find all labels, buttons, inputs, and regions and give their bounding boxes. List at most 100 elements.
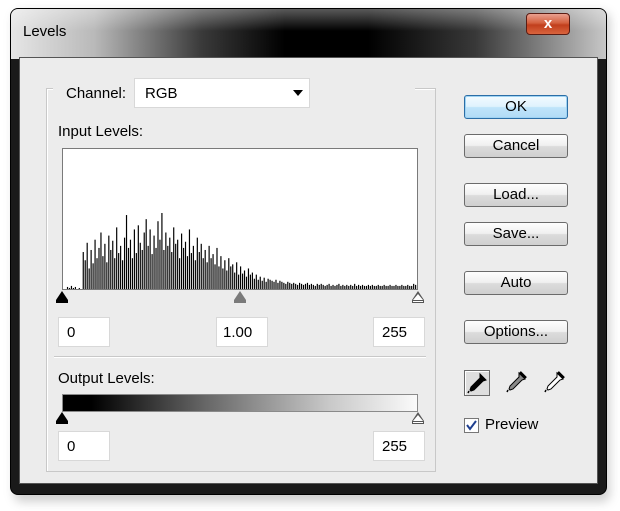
histogram-bar	[114, 258, 116, 289]
histogram-bar	[363, 285, 366, 289]
histogram-bar	[127, 247, 130, 289]
histogram-bar	[251, 272, 253, 289]
histogram-bar	[90, 249, 92, 289]
histogram-bar	[198, 252, 200, 289]
histogram-bar	[184, 241, 187, 289]
cancel-button[interactable]: Cancel	[464, 134, 568, 158]
histogram-bar	[342, 284, 344, 289]
histogram-bar	[299, 282, 301, 289]
histogram-bar	[173, 227, 175, 289]
histogram-bar	[188, 229, 191, 289]
preview-label: Preview	[485, 416, 539, 433]
histogram-bar	[137, 225, 139, 289]
gray-eyedropper-icon[interactable]	[504, 370, 530, 396]
histogram-bar	[365, 285, 368, 289]
input-white-field[interactable]: 255	[373, 317, 425, 347]
histogram-bar	[245, 276, 248, 289]
histogram-bar	[214, 264, 216, 289]
histogram-bar	[220, 256, 222, 289]
input-gamma-handle[interactable]	[234, 291, 246, 300]
histogram-bar	[395, 284, 397, 289]
histogram-bar	[405, 285, 407, 289]
histogram-bar	[135, 253, 137, 289]
histogram-bar	[240, 266, 242, 289]
histogram-bar	[269, 279, 271, 289]
histogram-bar	[120, 245, 122, 289]
auto-button[interactable]: Auto	[464, 271, 568, 295]
histogram-bar	[358, 284, 360, 289]
histogram-bar	[212, 254, 214, 289]
histogram-bar	[338, 283, 340, 289]
histogram-bar	[267, 278, 269, 289]
checkmark-icon	[466, 420, 477, 431]
histogram-bar	[224, 260, 226, 289]
histogram-bar	[310, 283, 312, 289]
close-button[interactable]: x	[526, 13, 570, 35]
histogram-bar	[108, 235, 110, 289]
histogram-bar	[161, 213, 163, 289]
histogram-bar	[283, 282, 285, 289]
histogram-bar	[125, 215, 128, 289]
histogram-bar	[181, 233, 183, 289]
histogram-bar	[131, 258, 134, 289]
output-black-field[interactable]: 0	[58, 431, 110, 461]
white-eyedropper-icon[interactable]	[542, 370, 568, 396]
save-button[interactable]: Save...	[464, 222, 568, 246]
ok-button[interactable]: OK	[464, 95, 568, 119]
input-black-field[interactable]: 0	[58, 317, 110, 347]
title-bar[interactable]: Levels x	[11, 9, 606, 59]
output-white-field[interactable]: 255	[373, 431, 425, 461]
histogram-bar	[88, 268, 90, 289]
histogram-bar	[403, 285, 405, 289]
histogram-bar	[84, 260, 86, 289]
histogram-bar	[145, 219, 147, 289]
histogram-bar	[293, 282, 295, 289]
histogram-bar	[163, 249, 165, 289]
histogram-graph	[66, 213, 417, 289]
histogram-bar	[102, 256, 104, 289]
histogram-bar	[369, 285, 371, 289]
histogram-bar	[222, 268, 224, 289]
input-black-point-handle[interactable]	[56, 291, 68, 300]
input-levels-slider[interactable]	[56, 291, 424, 305]
histogram-bar	[122, 260, 124, 289]
histogram-bar	[206, 262, 208, 289]
histogram-bar	[354, 283, 356, 289]
histogram-bar	[194, 260, 196, 289]
histogram-bar	[226, 270, 228, 289]
histogram-bar	[151, 254, 153, 289]
load-button[interactable]: Load...	[464, 183, 568, 207]
histogram-bar	[159, 239, 161, 289]
histogram-bar	[96, 258, 98, 289]
histogram-bar	[210, 258, 212, 289]
black-eyedropper-icon[interactable]	[464, 370, 490, 396]
histogram-bar	[263, 277, 265, 289]
input-gamma-field[interactable]: 1.00	[216, 317, 268, 347]
histogram-bar	[171, 252, 173, 289]
histogram-bar	[110, 249, 112, 289]
histogram-bar	[371, 284, 373, 289]
histogram-bar	[186, 256, 189, 289]
preview-checkbox[interactable]	[464, 418, 479, 433]
histogram-bar	[300, 283, 303, 289]
histogram-bar	[387, 285, 389, 289]
channel-select[interactable]: RGB	[134, 78, 310, 108]
histogram-bar	[289, 282, 291, 289]
histogram-bar	[133, 229, 135, 289]
histogram-bar	[72, 287, 75, 289]
histogram-bar	[253, 278, 255, 289]
histogram-bar	[70, 285, 73, 289]
histogram-bar	[348, 285, 350, 289]
histogram-bar	[399, 285, 401, 289]
histogram-bar	[389, 284, 391, 289]
histogram-bar	[308, 284, 311, 289]
histogram-bar	[287, 281, 289, 289]
options-button[interactable]: Options...	[464, 320, 568, 344]
histogram-bar	[147, 245, 149, 289]
histogram-bar	[324, 285, 326, 289]
histogram-bar	[230, 266, 232, 289]
output-black-point-handle[interactable]	[56, 412, 68, 421]
histogram-bar	[352, 285, 354, 289]
histogram-bar	[356, 285, 358, 289]
output-levels-slider[interactable]	[56, 412, 424, 426]
